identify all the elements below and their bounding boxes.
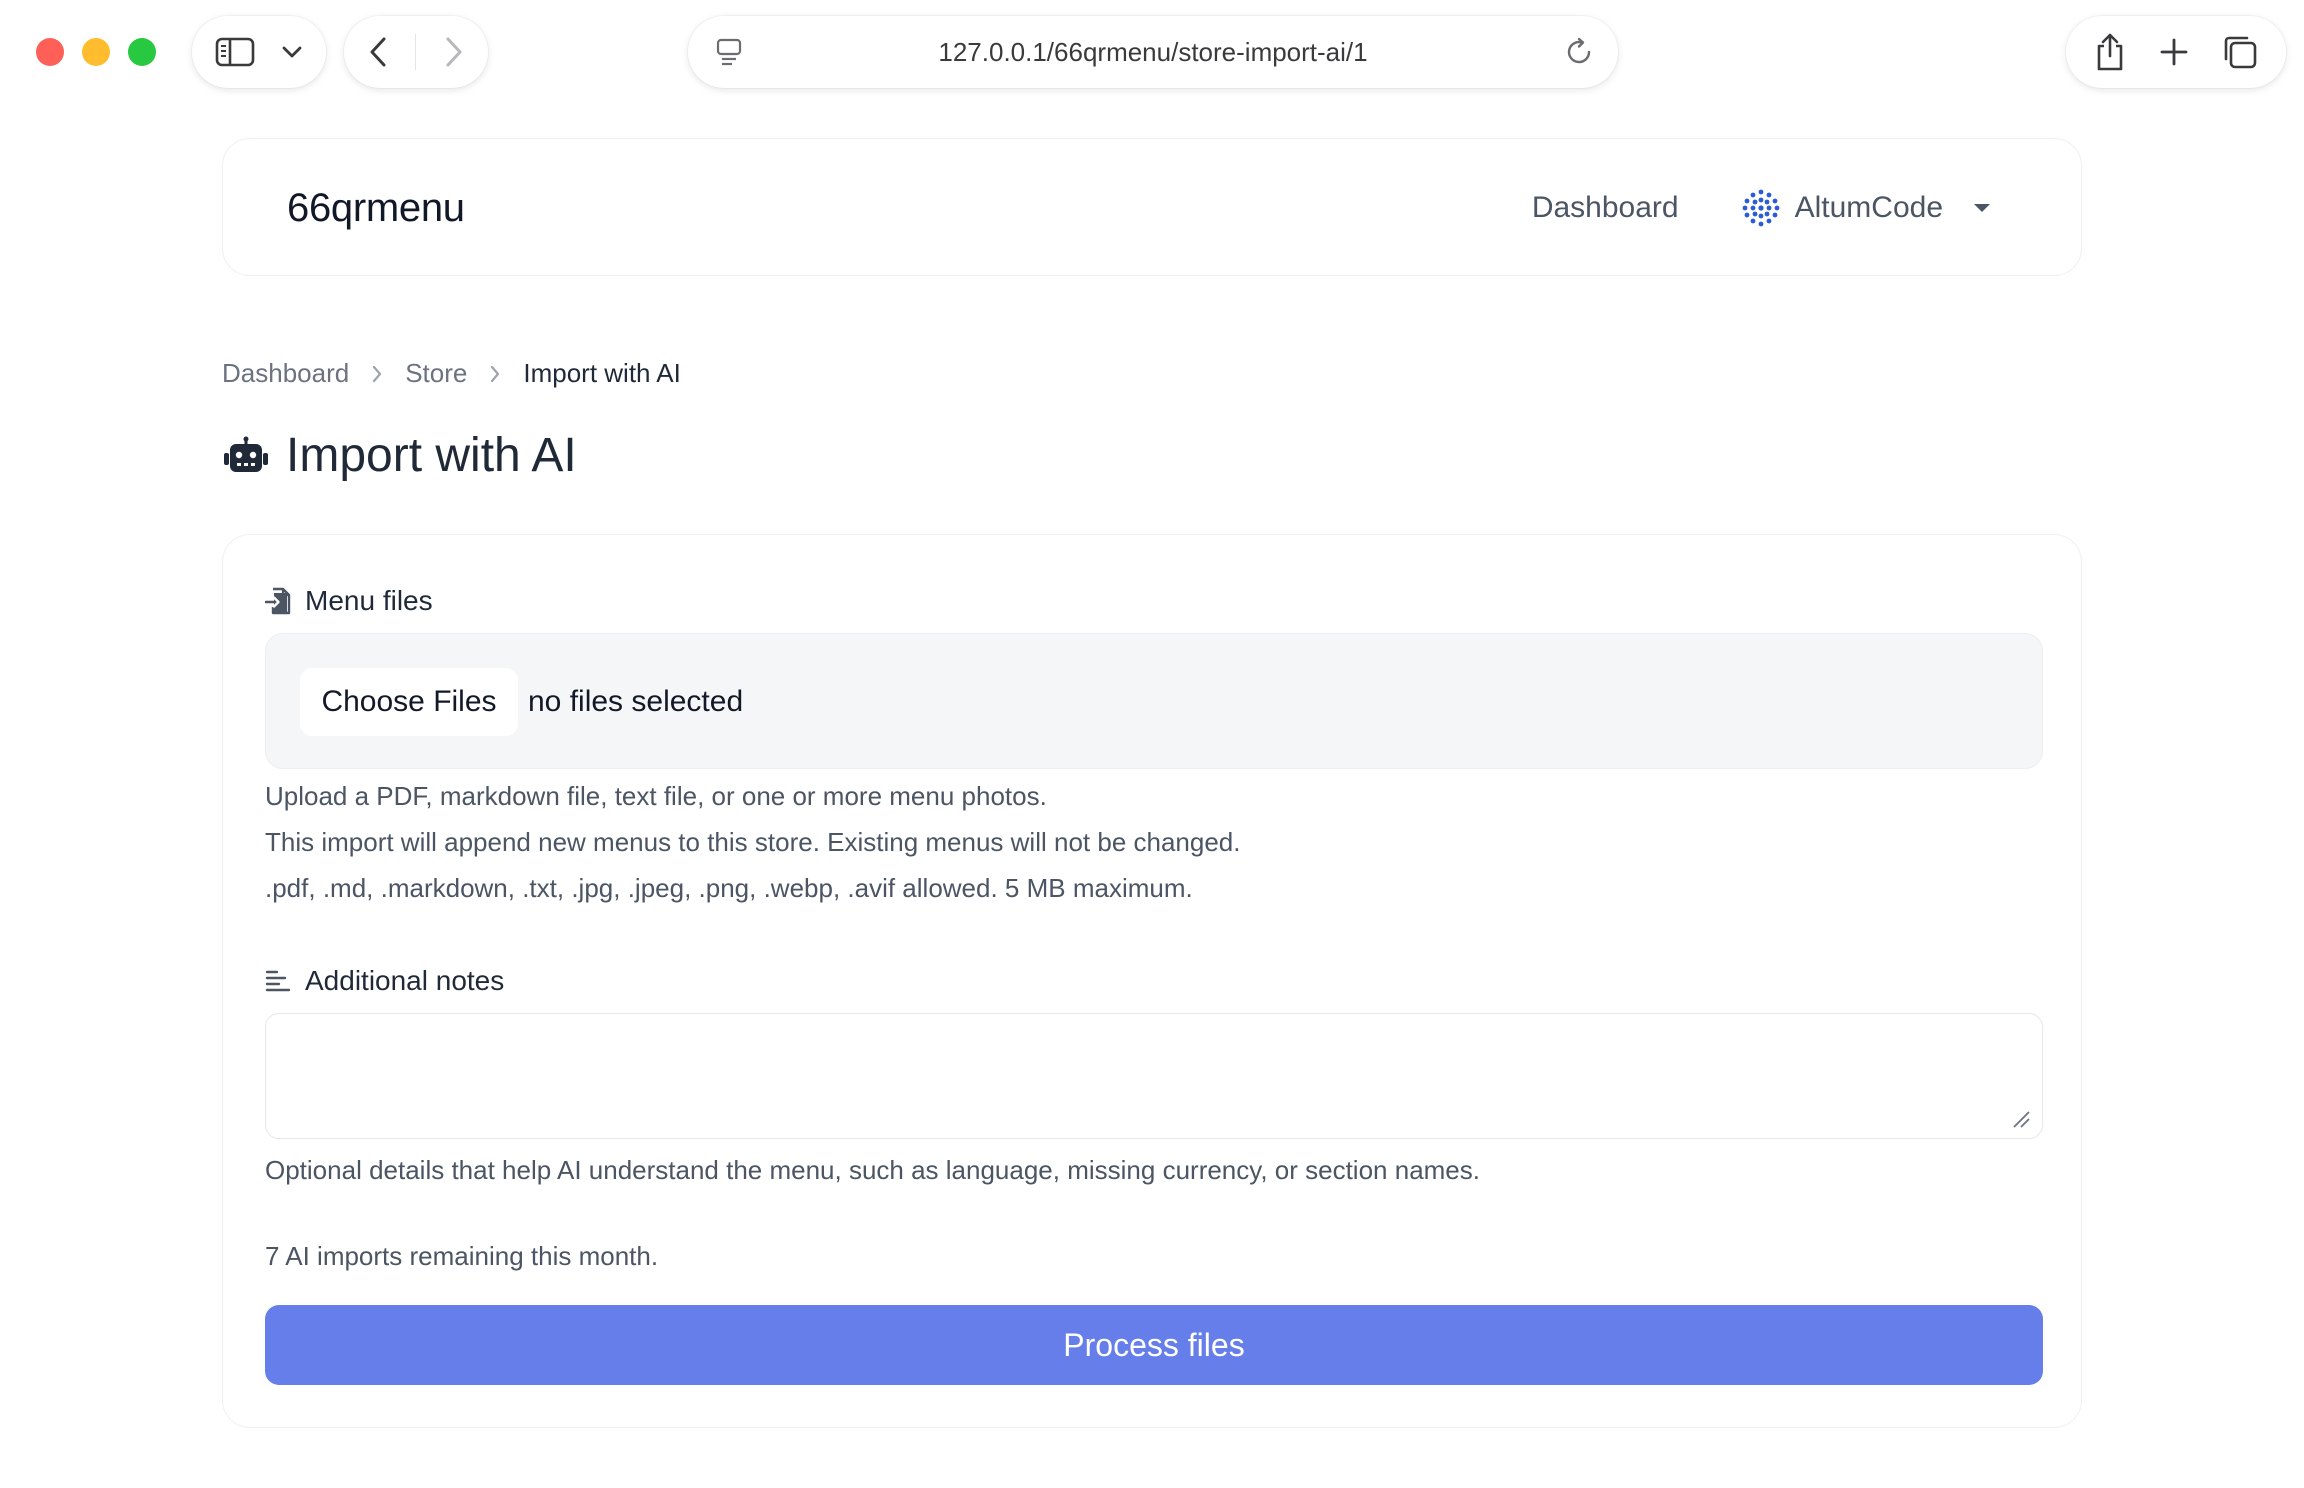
share-icon[interactable] — [2094, 32, 2126, 72]
sidebar-toggle-group — [192, 16, 326, 88]
browser-chrome: 127.0.0.1/66qrmenu/store-import-ai/1 — [0, 0, 2304, 120]
breadcrumb-store[interactable]: Store — [405, 358, 467, 389]
menu-files-help-1: Upload a PDF, markdown file, text file, … — [265, 781, 1047, 811]
chevron-right-icon — [371, 364, 383, 384]
caret-down-icon — [1973, 202, 1991, 214]
browser-actions-group — [2066, 16, 2286, 88]
chevron-down-icon[interactable] — [281, 45, 303, 59]
window-controls — [36, 38, 156, 66]
import-form-card: Menu files Choose Files no files selecte… — [222, 534, 2082, 1428]
resize-handle-icon[interactable] — [2011, 1109, 2031, 1129]
breadcrumb: Dashboard Store Import with AI — [222, 358, 681, 389]
align-left-icon — [265, 969, 291, 993]
remaining-imports-text: 7 AI imports remaining this month. — [265, 1241, 659, 1271]
back-icon[interactable] — [368, 36, 388, 68]
maximize-window-button[interactable] — [128, 38, 156, 66]
url-text: 127.0.0.1/66qrmenu/store-import-ai/1 — [938, 36, 1368, 67]
file-import-icon — [265, 587, 291, 615]
menu-files-help-2: This import will append new menus to thi… — [265, 827, 1241, 857]
menu-files-label-text: Menu files — [305, 585, 433, 616]
file-input[interactable]: Choose Files no files selected — [265, 633, 2043, 769]
nav-dashboard-link[interactable]: Dashboard — [1532, 191, 1679, 225]
notes-textarea[interactable] — [265, 1013, 2043, 1139]
breadcrumb-dashboard[interactable]: Dashboard — [222, 358, 349, 389]
account-name: AltumCode — [1794, 191, 1943, 224]
page-title-text: Import with AI — [286, 429, 577, 482]
forward-icon[interactable] — [444, 36, 464, 68]
nav-divider — [415, 34, 417, 70]
tabs-overview-icon[interactable] — [2222, 34, 2258, 70]
choose-files-button[interactable]: Choose Files — [300, 668, 518, 736]
address-bar[interactable]: 127.0.0.1/66qrmenu/store-import-ai/1 — [688, 16, 1618, 88]
file-status-text: no files selected — [528, 685, 744, 718]
page-title: Import with AI — [222, 428, 577, 483]
menu-files-label: Menu files — [265, 585, 433, 617]
avatar — [1741, 188, 1781, 228]
menu-files-help-3: .pdf, .md, .markdown, .txt, .jpg, .jpeg,… — [265, 873, 1193, 903]
notes-label: Additional notes — [265, 965, 504, 997]
site-navbar: 66qrmenu Dashboard AltumCode — [222, 138, 2082, 276]
chevron-right-icon — [489, 364, 501, 384]
reload-icon[interactable] — [1564, 37, 1594, 67]
new-tab-icon[interactable] — [2159, 37, 2189, 67]
minimize-window-button[interactable] — [82, 38, 110, 66]
notes-help: Optional details that help AI understand… — [265, 1155, 1480, 1185]
notes-label-text: Additional notes — [305, 965, 505, 996]
sidebar-icon[interactable] — [215, 37, 255, 67]
breadcrumb-current: Import with AI — [523, 358, 681, 388]
close-window-button[interactable] — [36, 38, 64, 66]
history-nav-group — [344, 16, 488, 88]
process-files-button[interactable]: Process files — [265, 1305, 2043, 1385]
brand-logo[interactable]: 66qrmenu — [287, 139, 465, 277]
robot-icon — [222, 436, 270, 476]
account-dropdown[interactable]: AltumCode — [1741, 188, 1991, 228]
navbar-right: Dashboard AltumCode — [1532, 139, 1991, 277]
